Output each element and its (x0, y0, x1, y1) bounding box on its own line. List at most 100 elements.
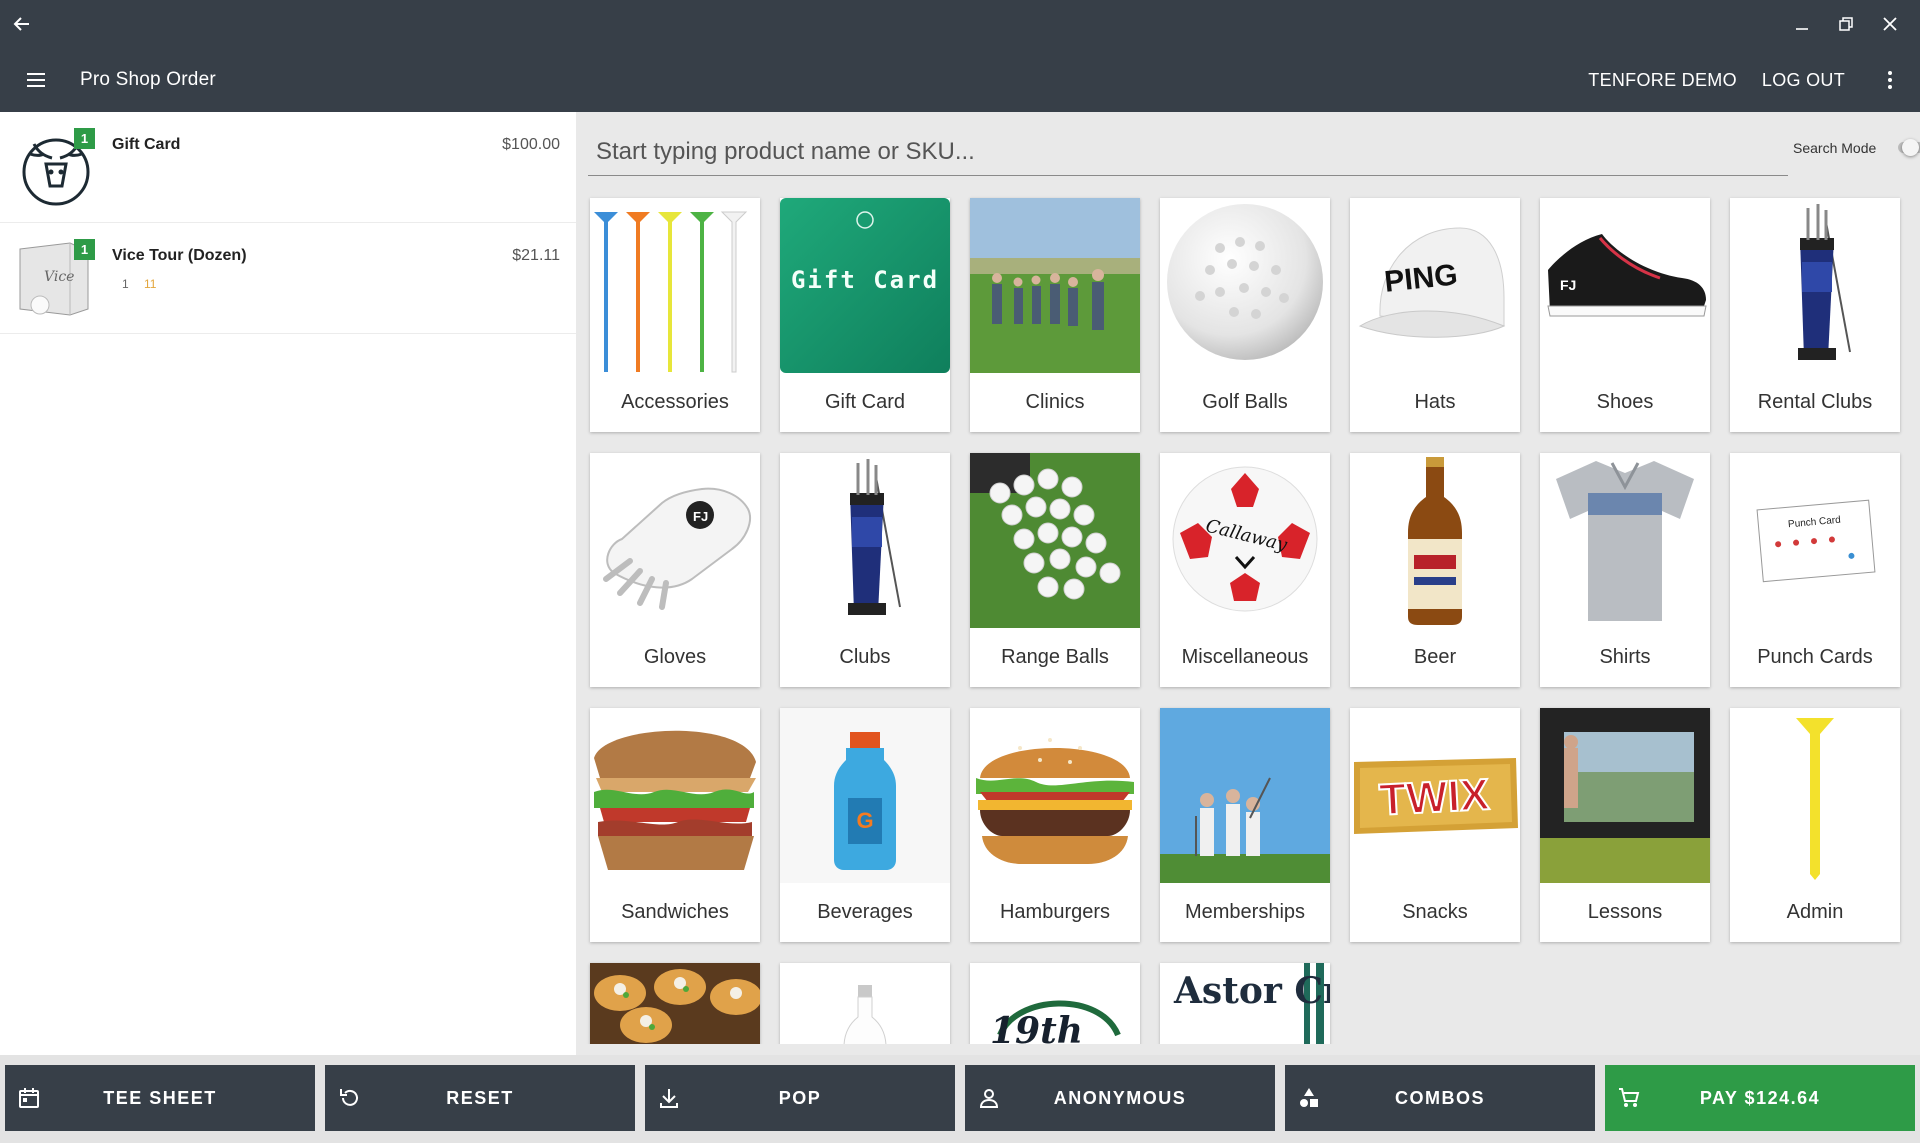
search-input[interactable] (588, 128, 1788, 176)
sports-drink-icon: G (780, 708, 950, 883)
category-label: Clubs (839, 646, 891, 668)
order-item-name: Vice Tour (Dozen) (112, 247, 247, 264)
category-tile-appetizers[interactable] (590, 963, 760, 1044)
anonymous-customer-button[interactable]: ANONYMOUS (965, 1065, 1275, 1131)
quantity-badge: 1 (74, 239, 95, 260)
category-tile-rental-clubs[interactable]: Rental Clubs (1730, 198, 1900, 432)
category-grid: Accessories Gift Card Gift Card Clinics … (576, 176, 1920, 1044)
category-tile-gloves[interactable]: FJ Gloves (590, 453, 760, 687)
golf-glove-icon: FJ (590, 453, 760, 628)
category-tile-shirts[interactable]: Shirts (1540, 453, 1710, 687)
category-tile-range-balls[interactable]: Range Balls (970, 453, 1140, 687)
category-tile-hamburgers[interactable]: Hamburgers (970, 708, 1140, 942)
category-label: Rental Clubs (1757, 391, 1873, 413)
user-account-button[interactable]: TENFORE DEMO (1588, 70, 1737, 91)
gift-card-text: Gift Card (791, 266, 939, 294)
candy-bar-icon: TWIX (1350, 708, 1520, 883)
golf-simulator-icon (1540, 708, 1710, 883)
astor-creek-logo-icon: Astor Creek (1160, 963, 1330, 1044)
restore-icon[interactable] (1824, 0, 1868, 48)
category-tile-hats[interactable]: PING Hats (1350, 198, 1520, 432)
search-mode-toggle[interactable] (1896, 139, 1920, 156)
golf-bag-icon (1730, 198, 1900, 373)
category-tile-memberships[interactable]: Memberships (1160, 708, 1330, 942)
cart-icon (1619, 1088, 1640, 1107)
category-tile-miscellaneous[interactable]: Callaway Miscellaneous (1160, 453, 1330, 687)
category-tile-golf-balls[interactable]: Golf Balls (1160, 198, 1330, 432)
pay-label: PAY $124.64 (1699, 1088, 1821, 1108)
reset-button[interactable]: RESET (325, 1065, 635, 1131)
category-tile-sandwiches[interactable]: Sandwiches (590, 708, 760, 942)
person-icon (979, 1089, 999, 1108)
category-label: Snacks (1402, 901, 1468, 923)
category-label: Beverages (817, 901, 913, 923)
category-label: Lessons (1587, 901, 1663, 923)
polo-shirt-icon (1540, 453, 1710, 628)
more-vert-icon[interactable] (1870, 60, 1910, 100)
category-tile-gift-card[interactable]: Gift Card Gift Card (780, 198, 950, 432)
category-tile-liquor[interactable] (780, 963, 950, 1044)
calendar-icon (19, 1088, 39, 1108)
search-mode-label: Search Mode (1793, 140, 1877, 156)
category-label: Clinics (1025, 391, 1085, 413)
category-tile-19th-hole[interactable]: 19th (970, 963, 1140, 1044)
category-tile-beverages[interactable]: G Beverages (780, 708, 950, 942)
golf-bag-icon (780, 453, 950, 628)
tee-sheet-label: TEE SHEET (103, 1088, 217, 1108)
app-bar: Pro Shop Order TENFORE DEMO LOG OUT (0, 48, 1920, 112)
svg-text:FJ: FJ (1560, 277, 1576, 293)
category-label: Accessories (621, 391, 729, 413)
category-label: Shoes (1596, 391, 1654, 413)
category-tile-astor-creek[interactable]: Astor Creek (1160, 963, 1330, 1044)
svg-text:G: G (856, 808, 873, 833)
category-label: Hamburgers (999, 901, 1111, 923)
19th-logo-text: 19th (990, 1010, 1083, 1044)
order-item-sub-number: 11 (144, 277, 157, 291)
category-tile-accessories[interactable]: Accessories (590, 198, 760, 432)
category-tile-punch-cards[interactable]: Punch Card Punch Cards (1730, 453, 1900, 687)
twix-logo-text: TWIX (1378, 770, 1490, 825)
hamburger-menu-icon[interactable] (14, 60, 58, 100)
window-titlebar (0, 0, 1920, 48)
order-panel: 1 Gift Card $100.00 Vice 1 Vice Tour (Do… (0, 112, 576, 1055)
category-tile-shoes[interactable]: FJ Shoes (1540, 198, 1710, 432)
order-item-name: Gift Card (112, 136, 181, 153)
category-label: Golf Balls (1202, 391, 1288, 413)
reset-icon (340, 1089, 358, 1106)
combos-label: COMBOS (1395, 1088, 1485, 1108)
minimize-icon[interactable] (1780, 0, 1824, 48)
category-tile-snacks[interactable]: TWIX Snacks (1350, 708, 1520, 942)
appetizer-icon (590, 963, 760, 1044)
tee-sheet-button[interactable]: TEE SHEET (5, 1065, 315, 1131)
category-tile-clubs[interactable]: Clubs (780, 453, 950, 687)
logout-button[interactable]: LOG OUT (1762, 70, 1845, 91)
anonymous-label: ANONYMOUS (1053, 1088, 1187, 1108)
punch-card-icon: Punch Card (1730, 453, 1900, 628)
order-line-item[interactable]: Vice 1 Vice Tour (Dozen) $21.11 1 11 (0, 223, 576, 334)
golf-tee-icon (1730, 708, 1900, 883)
back-arrow-icon[interactable] (0, 0, 44, 48)
download-icon (660, 1089, 678, 1108)
category-label: Shirts (1599, 646, 1651, 668)
pay-button[interactable]: PAY $124.64 (1605, 1065, 1915, 1131)
category-label: Hats (1414, 391, 1456, 413)
combos-button[interactable]: COMBOS (1285, 1065, 1595, 1131)
category-label: Sandwiches (621, 901, 729, 923)
search-bar: Search Mode (576, 112, 1920, 176)
category-label: Memberships (1184, 901, 1306, 923)
category-label: Admin (1786, 901, 1844, 923)
close-icon[interactable] (1868, 0, 1912, 48)
category-tile-clinics[interactable]: Clinics (970, 198, 1140, 432)
golf-tees-icon (590, 198, 760, 373)
order-item-price: $21.11 (512, 247, 560, 264)
category-tile-lessons[interactable]: Lessons (1540, 708, 1710, 942)
category-label: Beer (1413, 646, 1457, 668)
category-tile-admin[interactable]: Admin (1730, 708, 1900, 942)
order-line-item[interactable]: 1 Gift Card $100.00 (0, 112, 576, 223)
category-label: Range Balls (1001, 646, 1109, 668)
pop-button[interactable]: POP (645, 1065, 955, 1131)
hamburger-icon (970, 708, 1140, 883)
category-tile-beer[interactable]: Beer (1350, 453, 1520, 687)
beer-bottle-icon (1350, 453, 1520, 628)
sandwich-icon (590, 708, 760, 883)
